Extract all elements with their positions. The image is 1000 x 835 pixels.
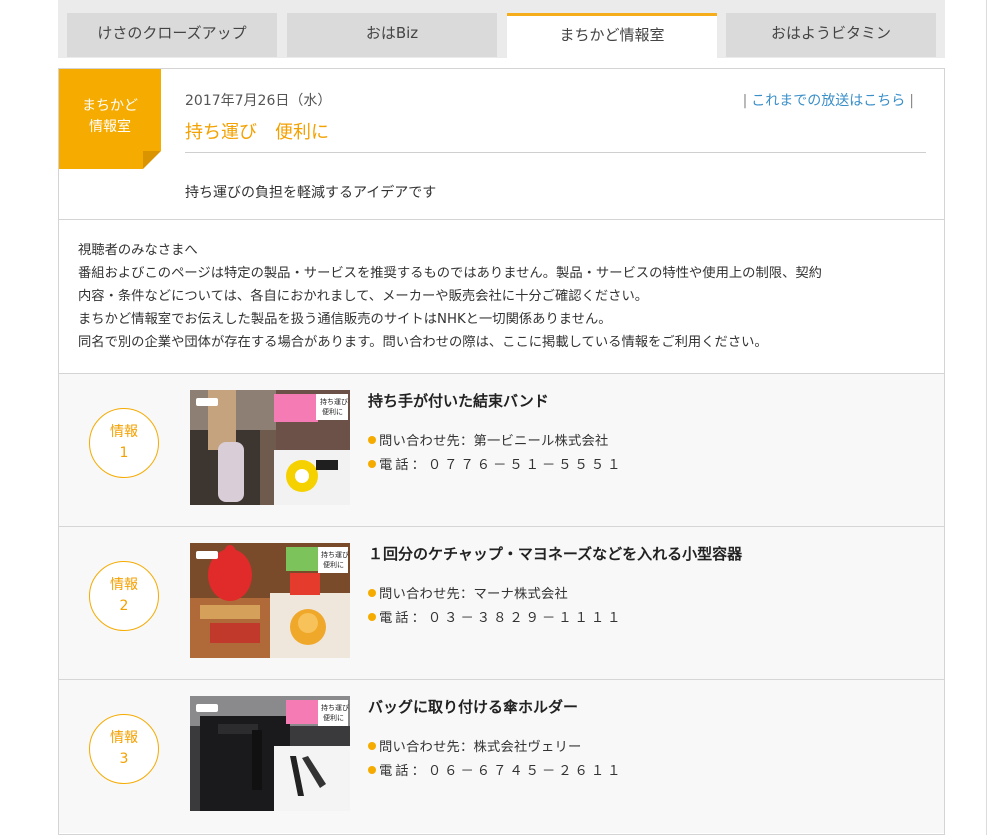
archive-link-group: | これまでの放送はこちら | xyxy=(739,90,918,110)
bullet-dot-icon xyxy=(368,766,376,774)
info-number-label: 情報 xyxy=(110,730,138,746)
archive-link[interactable]: これまでの放送はこちら xyxy=(751,93,905,109)
contact-line: 問い合わせ先：マーナ株式会社 xyxy=(368,583,568,602)
thumbnail-image: 持ち運び 便利に xyxy=(190,543,350,658)
separator: | xyxy=(909,93,914,109)
product-thumbnail[interactable]: 持ち運び 便利に xyxy=(190,696,350,811)
viewer-notice: 視聴者のみなさまへ 番組およびこのページは特定の製品・サービスを推奨するものでは… xyxy=(78,239,928,354)
badge-line-2: 情報室 xyxy=(89,119,131,135)
tab-oha-biz[interactable]: おはBiz xyxy=(287,13,497,57)
info-item: 情報 2 持ち運び 便利に １回分のケチャップ・マヨネーズなどを入れる小型容器 … xyxy=(59,527,944,680)
svg-text:便利に: 便利に xyxy=(323,713,344,722)
info-number-circle: 情報 3 xyxy=(89,714,159,784)
thumbnail-image: 持ち運び 便利に xyxy=(190,390,350,505)
info-item: 情報 1 持ち運び 便利に 持ち手が付いた結束バンド 問い合わせ先：第一ビニール… xyxy=(59,374,944,527)
info-number: 3 xyxy=(119,751,129,767)
corner-badge: まちかど 情報室 xyxy=(59,69,161,169)
notice-line: 内容・条件などについては、各自におかれまして、メーカーや販売会社に十分ご確認くだ… xyxy=(78,289,649,304)
broadcast-date: 2017年7月26日（水） xyxy=(185,93,332,109)
svg-text:便利に: 便利に xyxy=(322,407,343,416)
tab-ohayou-vitamin[interactable]: おはようビタミン xyxy=(726,13,936,57)
episode-title: 持ち運び 便利に xyxy=(185,122,329,143)
title-divider xyxy=(185,152,926,153)
info-number-circle: 情報 2 xyxy=(89,561,159,631)
notice-heading: 視聴者のみなさまへ xyxy=(78,243,198,258)
info-number: 1 xyxy=(119,445,129,461)
contact-line: 問い合わせ先：第一ビニール株式会社 xyxy=(368,430,608,449)
page-edge-line xyxy=(986,0,987,835)
bullet-dot-icon xyxy=(368,460,376,468)
tab-machikado-jouhoushitsu[interactable]: まちかど情報室 xyxy=(507,13,717,58)
contact-text: 問い合わせ先：第一ビニール株式会社 xyxy=(379,434,609,449)
info-number: 2 xyxy=(119,598,129,614)
svg-text:持ち運び: 持ち運び xyxy=(321,550,349,559)
notice-line: まちかど情報室でお伝えした製品を扱う通信販売のサイトはNHKと一切関係ありません… xyxy=(78,312,612,327)
phone-text: 電話：０７７６－５１－５５５１ xyxy=(379,458,624,473)
section-divider xyxy=(59,219,944,220)
bullet-dot-icon xyxy=(368,436,376,444)
svg-text:便利に: 便利に xyxy=(323,560,344,569)
bullet-dot-icon xyxy=(368,613,376,621)
info-number-circle: 情報 1 xyxy=(89,408,159,478)
contact-text: 問い合わせ先：マーナ株式会社 xyxy=(379,587,568,602)
program-tab-bar: けさのクローズアップ おはBiz まちかど情報室 おはようビタミン xyxy=(58,0,945,58)
episode-summary: 持ち運びの負担を軽減するアイデアです xyxy=(185,185,437,201)
badge-line-1: まちかど xyxy=(82,98,138,114)
product-thumbnail[interactable]: 持ち運び 便利に xyxy=(190,543,350,658)
episode-panel: まちかど 情報室 2017年7月26日（水） 持ち運び 便利に | これまでの放送… xyxy=(58,68,945,835)
product-title: 持ち手が付いた結束バンド xyxy=(368,392,549,410)
contact-line: 問い合わせ先：株式会社ヴェリー xyxy=(368,736,581,755)
product-thumbnail[interactable]: 持ち運び 便利に xyxy=(190,390,350,505)
info-item-list: 情報 1 持ち運び 便利に 持ち手が付いた結束バンド 問い合わせ先：第一ビニール… xyxy=(59,374,944,833)
info-number-label: 情報 xyxy=(110,424,138,440)
notice-line: 同名で別の企業や団体が存在する場合があります。問い合わせの際は、ここに掲載してい… xyxy=(78,335,768,350)
separator: | xyxy=(742,93,748,109)
phone-line: 電話：０３－３８２９－１１１１ xyxy=(368,607,623,626)
product-title: １回分のケチャップ・マヨネーズなどを入れる小型容器 xyxy=(368,545,743,563)
tab-kesa-no-closeup[interactable]: けさのクローズアップ xyxy=(67,13,277,57)
product-title: バッグに取り付ける傘ホルダー xyxy=(368,698,579,716)
bullet-dot-icon xyxy=(368,742,376,750)
phone-text: 電話：０３－３８２９－１１１１ xyxy=(379,611,624,626)
thumbnail-image: 持ち運び 便利に xyxy=(190,696,350,811)
svg-text:持ち運び: 持ち運び xyxy=(320,397,348,406)
info-item: 情報 3 持ち運び 便利に バッグに取り付ける傘ホルダー 問い合わせ先：株式会社… xyxy=(59,680,944,833)
bullet-dot-icon xyxy=(368,589,376,597)
svg-text:持ち運び: 持ち運び xyxy=(321,703,349,712)
phone-line: 電話：０６－６７４５－２６１１ xyxy=(368,760,623,779)
phone-line: 電話：０７７６－５１－５５５１ xyxy=(368,454,623,473)
phone-text: 電話：０６－６７４５－２６１１ xyxy=(379,764,624,779)
info-number-label: 情報 xyxy=(110,577,138,593)
badge-fold-corner xyxy=(143,151,161,169)
notice-line: 番組およびこのページは特定の製品・サービスを推奨するものではありません。製品・サ… xyxy=(78,266,822,281)
contact-text: 問い合わせ先：株式会社ヴェリー xyxy=(379,740,582,755)
